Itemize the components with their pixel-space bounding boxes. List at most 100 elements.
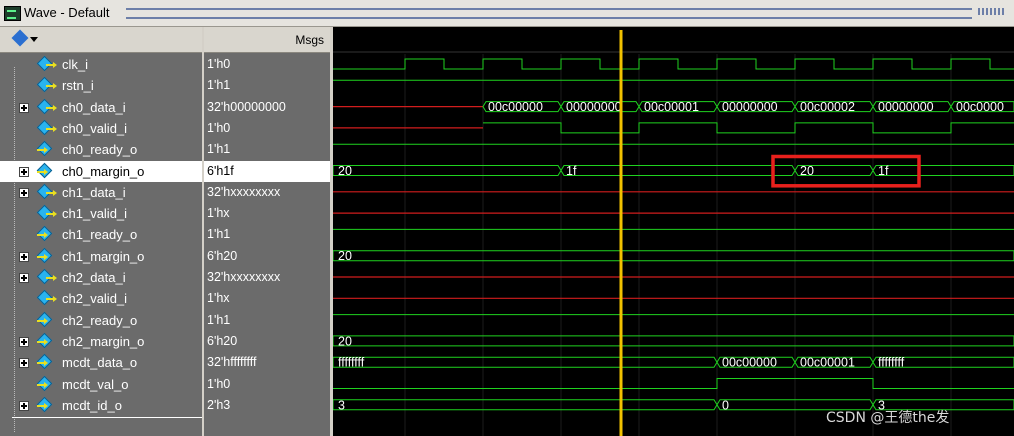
signal-row-ch0_data_i[interactable]: ch0_data_i: [0, 97, 202, 118]
expand-plus-icon[interactable]: [19, 336, 29, 347]
signal-value: 1'h0: [207, 376, 231, 391]
window-titlebar[interactable]: Wave - Default: [0, 0, 1014, 27]
signal-value: 32'hxxxxxxxx: [207, 270, 281, 284]
bus-value-label: 20: [800, 164, 814, 178]
signal-value: 32'h00000000: [207, 99, 286, 114]
waveform-pane[interactable]: 00c00000 00000000 00c00001 00000000 00c00002…: [333, 27, 1014, 436]
signal-row-ch0_margin_o[interactable]: ch0_margin_o: [0, 160, 202, 182]
signal-row-ch2_margin_o[interactable]: ch2_margin_o: [0, 331, 202, 352]
signal-name: ch1_ready_o: [62, 227, 138, 243]
signal-name: ch0_valid_i: [62, 120, 128, 136]
expand-plus-icon[interactable]: [19, 251, 29, 262]
bus-value-label: 00c0000: [956, 100, 1004, 114]
bit-waveform: [483, 122, 1014, 134]
signal-value: 6'h20: [207, 248, 238, 263]
expand-plus-icon[interactable]: [19, 273, 29, 283]
bus-value-label: 00c00002: [800, 100, 855, 114]
signal-pane-header: [0, 27, 202, 53]
signal-row-rstn_i[interactable]: rstn_i: [0, 75, 202, 96]
expand-plus-icon[interactable]: [19, 358, 29, 369]
signal-name: ch1_margin_o: [62, 248, 145, 264]
signal-value: 1'hx: [207, 206, 230, 221]
signal-row-ch2_valid_i[interactable]: ch2_valid_i: [0, 288, 202, 309]
signal-row-ch2_data_i[interactable]: ch2_data_i: [0, 267, 202, 288]
window-title: Wave - Default: [24, 5, 110, 20]
signal-row-ch0_ready_o[interactable]: ch0_ready_o: [0, 139, 202, 160]
signal-value: 1'h1: [207, 312, 231, 327]
output-port-icon: [36, 311, 55, 328]
output-port-icon: [36, 332, 55, 349]
output-port-icon: [36, 162, 55, 179]
signal-row-mcdt_val_o[interactable]: mcdt_val_o: [0, 374, 202, 395]
bus-value-label: 00000000: [878, 100, 934, 114]
output-port-icon: [36, 353, 55, 370]
expand-plus-icon[interactable]: [19, 400, 29, 411]
signal-value: 6'h1f: [204, 160, 330, 182]
bit-waveform: [333, 378, 1014, 389]
input-port-icon: [36, 119, 57, 136]
input-port-icon: [36, 55, 57, 72]
signal-row-mcdt_id_o[interactable]: mcdt_id_o: [0, 395, 202, 416]
wave-window-icon: [4, 6, 21, 21]
signal-name-pane[interactable]: clk_i rstn_i ch0_data_i ch0_valid_i ch0_read…: [0, 27, 324, 436]
waveform-canvas[interactable]: 00c00000 00000000 00c00001 00000000 00c00002…: [333, 27, 1014, 436]
bus-value-label: 00000000: [722, 100, 778, 114]
signal-value-pane[interactable]: Msgs 1'h0 1'h1 32'h00000000 1'h0 1'h1 6'h1f 32…: [204, 27, 330, 436]
msgs-column-label: Msgs: [295, 33, 324, 47]
signal-row-ch0_valid_i[interactable]: ch0_valid_i: [0, 118, 202, 139]
bus-value-label: 00c00001: [800, 356, 855, 370]
output-port-icon: [36, 396, 55, 413]
signal-name: ch0_data_i: [62, 99, 126, 115]
bus-value-label: ffffffff: [338, 356, 365, 370]
bus-segment: [333, 250, 1014, 262]
bus-value-label: 00c00000: [488, 100, 543, 114]
bus-value-label: 1f: [878, 164, 889, 178]
expand-plus-icon[interactable]: [19, 102, 29, 113]
signal-row-ch2_ready_o[interactable]: ch2_ready_o: [0, 310, 202, 331]
signal-name: mcdt_data_o: [62, 355, 138, 371]
signal-name: ch2_valid_i: [62, 291, 128, 307]
watermark: CSDN @王德the发: [826, 410, 950, 426]
signal-name: ch0_margin_o: [62, 163, 145, 179]
titlebar-grip-handle[interactable]: [978, 8, 1006, 15]
input-port-icon: [36, 204, 57, 221]
bus-value-label: 3: [338, 398, 345, 412]
signal-name: mcdt_val_o: [62, 376, 129, 392]
bus-segment: [333, 356, 718, 368]
signal-row-clk_i[interactable]: clk_i: [0, 54, 202, 75]
expand-plus-icon[interactable]: [19, 187, 29, 198]
signal-value: 1'h1: [207, 142, 231, 157]
signal-value: 1'h1: [207, 227, 231, 242]
signal-name: ch2_data_i: [62, 270, 126, 285]
input-port-icon: [36, 77, 57, 93]
output-port-icon: [36, 247, 55, 264]
bus-segment: [333, 335, 1014, 347]
signal-value: 2'h3: [207, 397, 231, 412]
signal-value: 1'h0: [207, 120, 231, 135]
input-port-icon: [36, 290, 57, 306]
bus-segment: [333, 399, 718, 411]
titlebar-rule: [126, 8, 972, 19]
signal-row-ch1_ready_o[interactable]: ch1_ready_o: [0, 224, 202, 245]
signal-row-mcdt_data_o[interactable]: mcdt_data_o: [0, 352, 202, 373]
signal-row-ch1_valid_i[interactable]: ch1_valid_i: [0, 203, 202, 224]
bus-value-label: 20: [338, 249, 352, 263]
expand-plus-icon[interactable]: [19, 166, 29, 177]
signal-value: 1'h1: [207, 78, 231, 93]
signal-row-ch1_margin_o[interactable]: ch1_margin_o: [0, 246, 202, 267]
bus-value-label: 20: [338, 164, 352, 178]
bus-value-label: 00c00001: [644, 100, 699, 114]
signal-value: 1'h0: [207, 57, 231, 71]
bus-segment: [872, 165, 1014, 176]
bus-value-label: ffffffff: [878, 356, 905, 370]
signal-name: ch1_valid_i: [62, 206, 128, 222]
bus-value-label: 1f: [566, 164, 577, 178]
wave-tool-dropdown-icon[interactable]: [14, 32, 38, 46]
bus-segment: [560, 165, 796, 176]
bus-segment: [333, 165, 562, 176]
signal-value: 32'hxxxxxxxx: [207, 184, 281, 199]
input-port-icon: [36, 183, 57, 200]
signal-row-ch1_data_i[interactable]: ch1_data_i: [0, 182, 202, 203]
signal-name: ch0_ready_o: [62, 142, 138, 158]
signal-name: ch1_data_i: [62, 184, 126, 200]
